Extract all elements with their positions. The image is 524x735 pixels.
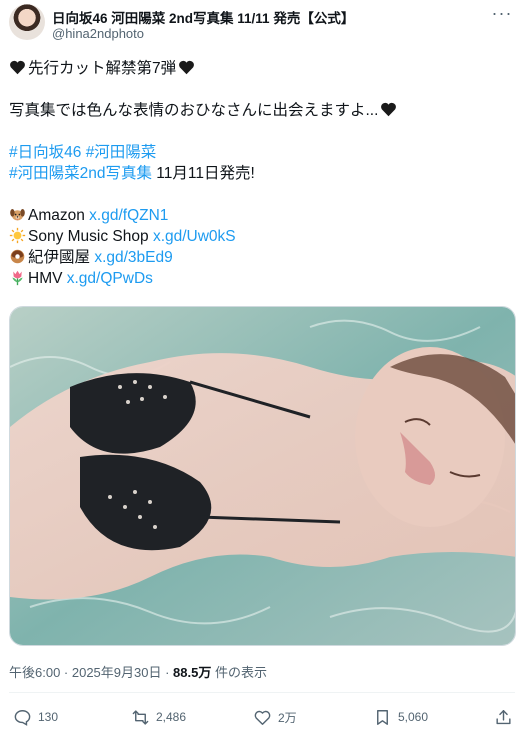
hashtag-hinatazaka[interactable]: #日向坂46 xyxy=(9,144,81,161)
view-count: 88.5万 xyxy=(173,665,212,680)
hashtag-line: #日向坂46 #河田陽菜 xyxy=(9,142,514,163)
more-options-icon[interactable]: ··· xyxy=(490,4,514,26)
user-handle[interactable]: @hina2ndphoto xyxy=(52,26,144,41)
release-line: #河田陽菜2nd写真集 11月11日発売! xyxy=(9,163,514,184)
share-icon xyxy=(496,709,511,724)
divider xyxy=(9,692,515,693)
repost-count: 2,486 xyxy=(156,710,187,724)
dog-icon xyxy=(10,208,25,221)
black-heart-icon xyxy=(10,60,25,75)
view-count-suffix: 件の表示 xyxy=(211,665,267,680)
bookmark-button[interactable]: 5,060 xyxy=(373,705,428,729)
like-count: 2万 xyxy=(278,710,297,725)
reply-icon xyxy=(14,709,31,726)
post-photo[interactable] xyxy=(9,306,516,646)
hashtag-photobook[interactable]: #河田陽菜2nd写真集 xyxy=(9,165,152,182)
post-line-1-text: 先行カット解禁第7弾 xyxy=(28,60,177,77)
link-kinokuniya[interactable]: x.gd/3bEd9 xyxy=(94,249,172,266)
shop-label-sony: Sony Music Shop xyxy=(28,228,153,245)
post-text: 先行カット解禁第7弾 写真集では色んな表情のおひなさんに出会えますよ... #日… xyxy=(9,58,514,289)
release-date-text: 11月11日発売! xyxy=(151,165,255,182)
share-button[interactable] xyxy=(494,705,519,729)
tulip-icon xyxy=(12,270,23,286)
black-heart-icon xyxy=(381,102,397,117)
bookmark-icon xyxy=(377,709,388,725)
link-sony[interactable]: x.gd/Uw0kS xyxy=(153,228,236,245)
post-line-2: 写真集では色んな表情のおひなさんに出会えますよ... xyxy=(9,100,514,121)
shop-label-kinokuniya: 紀伊國屋 xyxy=(28,249,95,266)
action-bar: 130 2,486 2万 5,060 xyxy=(0,705,524,729)
post-line-2-text: 写真集では色んな表情のおひなさんに出会えますよ... xyxy=(9,102,379,119)
reply-count: 130 xyxy=(38,710,59,724)
shop-sony: Sony Music Shop x.gd/Uw0kS xyxy=(9,226,514,247)
photo-image xyxy=(10,307,515,645)
heart-icon xyxy=(254,710,271,725)
link-amazon[interactable]: x.gd/fQZN1 xyxy=(89,207,168,224)
post-line-1: 先行カット解禁第7弾 xyxy=(9,58,514,79)
avatar[interactable] xyxy=(9,4,45,40)
post-meta: 午後6:00 · 2025年9月30日 · 88.5万 件の表示 xyxy=(9,662,267,681)
sun-icon xyxy=(9,227,26,244)
post-timestamp[interactable]: 午後6:00 · 2025年9月30日 · xyxy=(9,665,173,680)
shop-label-hmv: HMV xyxy=(28,270,67,287)
bookmark-count: 5,060 xyxy=(398,710,429,724)
reply-button[interactable]: 130 xyxy=(13,705,58,729)
shop-label-amazon: Amazon xyxy=(28,207,90,224)
shop-kinokuniya: 紀伊國屋 x.gd/3bEd9 xyxy=(9,247,514,268)
like-button[interactable]: 2万 xyxy=(253,705,297,729)
link-hmv[interactable]: x.gd/QPwDs xyxy=(67,270,153,287)
shop-amazon: Amazon x.gd/fQZN1 xyxy=(9,205,514,226)
hashtag-kawata-hina[interactable]: #河田陽菜 xyxy=(86,144,157,161)
display-name[interactable]: 日向坂46 河田陽菜 2nd写真集 11/11 発売【公式】 xyxy=(52,7,354,27)
donut-icon xyxy=(10,249,25,264)
black-heart-icon xyxy=(179,60,195,75)
repost-button[interactable]: 2,486 xyxy=(131,705,186,729)
post-header: 日向坂46 河田陽菜 2nd写真集 11/11 発売【公式】 @hina2ndp… xyxy=(0,0,524,56)
repost-icon xyxy=(132,709,149,725)
shop-hmv: HMV x.gd/QPwDs xyxy=(9,268,514,289)
